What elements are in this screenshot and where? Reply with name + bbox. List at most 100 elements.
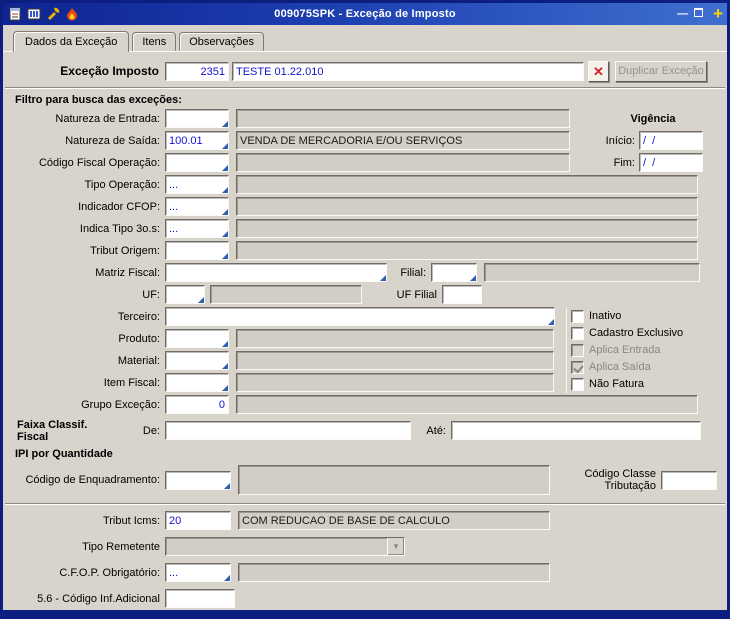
indica-tipo-3os-desc (236, 219, 698, 238)
produto-label: Produto: (118, 332, 160, 345)
natureza-entrada-input[interactable] (165, 109, 229, 128)
codigo-fiscal-operacao-row: Código Fiscal Operação: Fim: / / (13, 153, 717, 172)
faixa-ate-label: Até: (426, 424, 446, 437)
excecao-descricao-input[interactable]: TESTE 01.22.010 (232, 61, 584, 81)
minimize-button[interactable]: — (677, 7, 688, 21)
natureza-saida-row: Natureza de Saída: 100.01 VENDA DE MERCA… (13, 131, 717, 150)
tipo-remetente-select: ▼ (165, 537, 405, 556)
item-fiscal-input[interactable] (165, 373, 229, 392)
tipo-operacao-input[interactable]: ... (165, 175, 229, 194)
codigo-inf-adicional-row: 5.6 - Código Inf.Adicional (13, 589, 717, 608)
tipo-operacao-row: Tipo Operação: ... (13, 175, 717, 194)
checkbox-nao-fatura[interactable]: Não Fatura (571, 376, 718, 392)
produto-input[interactable] (165, 329, 229, 348)
fim-date-input[interactable]: / / (639, 153, 703, 172)
tab-itens[interactable]: Itens (132, 32, 177, 51)
codigo-classe-line2: Tributação (604, 480, 656, 492)
tribut-icms-row: Tribut Icms: 20 COM REDUCAO DE BASE DE C… (13, 511, 717, 530)
chevron-down-icon: ▼ (387, 538, 404, 555)
terceiro-input[interactable] (165, 307, 555, 326)
tribut-origem-row: Tribut Origem: (13, 241, 717, 260)
matriz-fiscal-input[interactable] (165, 263, 387, 282)
window-title: 009075SPK - Exceção de Imposto (274, 8, 456, 20)
columns-icon[interactable] (26, 6, 42, 22)
indica-tipo-3os-input[interactable]: ... (165, 219, 229, 238)
uf-input[interactable] (165, 285, 205, 304)
indicador-cfop-input[interactable]: ... (165, 197, 229, 216)
uf-row: UF: UF Filial (13, 285, 717, 304)
excecao-codigo-input[interactable]: 2351 (165, 61, 229, 81)
ipi-section-title: IPI por Quantidade (15, 448, 113, 460)
plus-button[interactable]: + (713, 5, 723, 22)
grupo-excecao-input[interactable]: 0 (165, 395, 229, 414)
faixa-classif-fiscal-row: Faixa Classif. Fiscal De: Até: (13, 418, 717, 443)
codigo-enquadramento-label: Código de Enquadramento: (25, 474, 160, 486)
indicador-cfop-desc (236, 197, 698, 216)
checkbox-box-icon (571, 309, 584, 323)
codigo-fiscal-operacao-label: Código Fiscal Operação: (38, 156, 160, 169)
window-controls: — + (677, 5, 723, 22)
natureza-saida-input[interactable]: 100.01 (165, 131, 229, 150)
faixa-ate-input[interactable] (451, 421, 701, 440)
filtro-section-title: Filtro para busca das exceções: (15, 94, 182, 106)
tab-bar: Dados da Exceção Itens Observações (3, 25, 727, 52)
natureza-entrada-row: Natureza de Entrada: Vigência (13, 109, 717, 128)
checkbox-aplica-entrada: Aplica Entrada (571, 342, 718, 358)
natureza-saida-desc: VENDA DE MERCADORIA E/OU SERVIÇOS (236, 131, 570, 150)
checkbox-box-icon (571, 326, 584, 340)
checkbox-box-icon (571, 377, 584, 391)
checkbox-aplica-entrada-label: Aplica Entrada (589, 344, 661, 356)
uf-filial-label: UF Filial (396, 288, 437, 301)
indicador-cfop-label: Indicador CFOP: (78, 200, 160, 213)
codigo-inf-adicional-label: 5.6 - Código Inf.Adicional (37, 592, 160, 605)
natureza-entrada-desc (236, 109, 570, 128)
inicio-date-input[interactable]: / / (639, 131, 703, 150)
indica-tipo-3os-row: Indica Tipo 3o.s: ... (13, 219, 717, 238)
app-window: 009075SPK - Exceção de Imposto — + Dados… (0, 0, 730, 619)
codigo-fiscal-operacao-desc (236, 153, 570, 172)
codigo-enquadramento-desc (238, 465, 550, 495)
faixa-de-input[interactable] (165, 421, 411, 440)
terceiro-label: Terceiro: (117, 310, 160, 323)
checkbox-box-icon (571, 343, 584, 357)
flame-icon[interactable] (64, 6, 80, 22)
codigo-inf-adicional-input[interactable] (165, 589, 235, 608)
filial-input[interactable] (431, 263, 477, 282)
checkbox-inativo[interactable]: Inativo (571, 308, 718, 324)
tribut-icms-input[interactable]: 20 (165, 511, 231, 530)
excecao-imposto-label: Exceção Imposto (60, 64, 159, 78)
inicio-label: Início: (605, 134, 635, 147)
checkbox-cadastro-exclusivo[interactable]: Cadastro Exclusivo (571, 325, 718, 341)
grupo-excecao-desc (236, 395, 698, 414)
codigo-enquadramento-input[interactable] (165, 470, 231, 490)
tab-dados-da-excecao[interactable]: Dados da Exceção (13, 31, 130, 52)
faixa-de-label: De: (142, 424, 160, 437)
codigo-classe-tributacao-input[interactable] (661, 470, 717, 490)
faixa-classif-fiscal-title: Faixa Classif. Fiscal (17, 418, 88, 443)
cfop-obrigatorio-input[interactable]: ... (165, 563, 231, 582)
codigo-classe-line1: Código Classe (584, 468, 656, 480)
natureza-saida-label: Natureza de Saída: (65, 134, 160, 147)
tribut-origem-input[interactable] (165, 241, 229, 260)
grupo-excecao-label: Grupo Exceção: (81, 398, 160, 411)
maximize-button[interactable] (694, 8, 704, 17)
separator (5, 87, 725, 89)
flags-group: Inativo Cadastro Exclusivo Aplica Entrad… (566, 308, 718, 393)
tipo-operacao-desc (236, 175, 698, 194)
tribut-origem-label: Tribut Origem: (90, 244, 160, 257)
material-input[interactable] (165, 351, 229, 370)
tab-observacoes[interactable]: Observações (179, 32, 265, 51)
checkbox-nao-fatura-label: Não Fatura (589, 378, 645, 390)
titlebar: 009075SPK - Exceção de Imposto — + (3, 3, 727, 25)
duplicar-excecao-button[interactable]: Duplicar Exceção (615, 60, 707, 82)
delete-button[interactable]: ✕ (588, 60, 609, 82)
form-icon[interactable] (7, 6, 23, 22)
matriz-fiscal-label: Matriz Fiscal: (95, 266, 160, 279)
material-label: Material: (117, 354, 160, 367)
checkbox-cadastro-exclusivo-label: Cadastro Exclusivo (589, 327, 684, 339)
wrench-icon[interactable] (45, 6, 61, 22)
filial-desc (484, 263, 700, 282)
codigo-fiscal-operacao-input[interactable] (165, 153, 229, 172)
uf-filial-input[interactable] (442, 285, 482, 304)
fim-label: Fim: (613, 156, 635, 169)
